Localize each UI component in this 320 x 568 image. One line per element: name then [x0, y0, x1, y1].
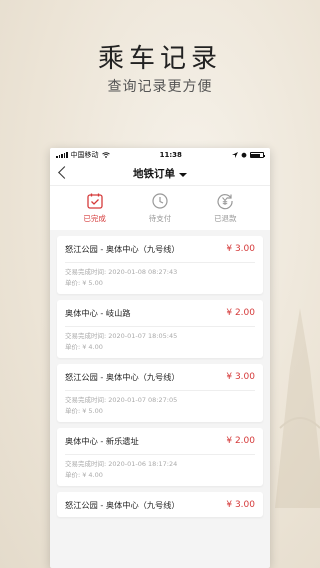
divider: [65, 454, 255, 455]
caret-down-icon: [179, 173, 187, 177]
order-price: ¥ 3.00: [226, 372, 255, 382]
order-unit-row: 单价: ¥ 5.00: [65, 278, 255, 289]
order-time: 2020-01-07 08:27:05: [108, 396, 178, 404]
order-unit-row: 单价: ¥ 4.00: [65, 342, 255, 353]
time-label: 交易完成时间:: [65, 332, 107, 340]
alarm-icon: [241, 152, 247, 158]
signal-icon: [56, 152, 68, 158]
tab-refunded-label: 已退款: [214, 214, 237, 223]
order-time: 2020-01-08 08:27:43: [108, 268, 178, 276]
location-icon: [231, 152, 238, 158]
unit-label: 单价:: [65, 279, 81, 287]
order-time-row: 交易完成时间: 2020-01-08 08:27:43: [65, 267, 255, 278]
nav-title[interactable]: 地铁订单: [133, 166, 187, 181]
order-time: 2020-01-06 18:17:24: [108, 460, 178, 468]
tab-completed[interactable]: 已完成: [70, 192, 120, 224]
nav-title-label: 地铁订单: [133, 168, 175, 180]
order-unit-price: ¥ 5.00: [82, 407, 103, 415]
order-route: 怒江公园 - 奥体中心（九号线）: [65, 500, 180, 510]
order-unit-price: ¥ 4.00: [82, 343, 103, 351]
order-card[interactable]: 奥体中心 - 岐山路 ¥ 2.00 交易完成时间: 2020-01-07 18:0…: [57, 300, 263, 358]
back-arrow-icon[interactable]: [58, 166, 71, 179]
decorative-sculpture: [275, 308, 320, 508]
carrier-name: 中国移动: [70, 151, 99, 159]
order-price: ¥ 3.00: [226, 244, 255, 254]
status-tabs: 已完成 待支付 已退款: [50, 186, 270, 230]
order-card[interactable]: 怒江公园 - 奥体中心（九号线） ¥ 3.00: [57, 492, 263, 517]
order-price: ¥ 3.00: [226, 500, 255, 510]
divider: [65, 262, 255, 263]
unit-label: 单价:: [65, 407, 81, 415]
order-price: ¥ 2.00: [226, 436, 255, 446]
order-unit-row: 单价: ¥ 5.00: [65, 406, 255, 417]
order-unit-price: ¥ 5.00: [82, 279, 103, 287]
order-card[interactable]: 奥体中心 - 新乐遗址 ¥ 2.00 交易完成时间: 2020-01-06 18:…: [57, 428, 263, 486]
wifi-icon: [101, 152, 110, 158]
unit-label: 单价:: [65, 343, 81, 351]
tab-refunded[interactable]: 已退款: [200, 192, 250, 224]
order-unit-price: ¥ 4.00: [82, 471, 103, 479]
battery-icon: [249, 152, 266, 158]
order-time-row: 交易完成时间: 2020-01-06 18:17:24: [65, 459, 255, 470]
order-time-row: 交易完成时间: 2020-01-07 08:27:05: [65, 395, 255, 406]
order-unit-row: 单价: ¥ 4.00: [65, 470, 255, 481]
phone-screen: 中国移动 11:38 地铁订单 已完成 待支付 已退款 怒江公园 - 奥体中心（…: [50, 148, 270, 568]
order-route: 怒江公园 - 奥体中心（九号线）: [65, 372, 180, 382]
promo-subtitle: 查询记录更方便: [107, 79, 213, 95]
order-list: 怒江公园 - 奥体中心（九号线） ¥ 3.00 交易完成时间: 2020-01-0…: [50, 236, 270, 517]
divider: [65, 326, 255, 327]
order-price: ¥ 2.00: [226, 308, 255, 318]
order-route: 怒江公园 - 奥体中心（九号线）: [65, 244, 180, 254]
order-time-row: 交易完成时间: 2020-01-07 18:05:45: [65, 331, 255, 342]
time-label: 交易完成时间:: [65, 460, 107, 468]
order-card[interactable]: 怒江公园 - 奥体中心（九号线） ¥ 3.00 交易完成时间: 2020-01-0…: [57, 236, 263, 294]
time-label: 交易完成时间:: [65, 268, 107, 276]
clock-icon: [152, 193, 168, 209]
tab-pending-payment[interactable]: 待支付: [135, 192, 185, 224]
order-route: 奥体中心 - 岐山路: [65, 308, 131, 318]
divider: [65, 390, 255, 391]
tab-completed-label: 已完成: [83, 214, 106, 223]
nav-bar: 地铁订单: [50, 162, 270, 186]
order-card[interactable]: 怒江公园 - 奥体中心（九号线） ¥ 3.00 交易完成时间: 2020-01-0…: [57, 364, 263, 422]
calendar-check-icon: [87, 193, 103, 209]
time-label: 交易完成时间:: [65, 396, 107, 404]
order-time: 2020-01-07 18:05:45: [108, 332, 178, 340]
unit-label: 单价:: [65, 471, 81, 479]
order-route: 奥体中心 - 新乐遗址: [65, 436, 139, 446]
tab-pending-label: 待支付: [148, 214, 172, 223]
status-bar: 中国移动 11:38: [50, 148, 270, 162]
promo-title: 乘车记录: [97, 44, 222, 74]
status-time: 11:38: [159, 151, 182, 159]
refund-yuan-icon: [217, 194, 233, 210]
